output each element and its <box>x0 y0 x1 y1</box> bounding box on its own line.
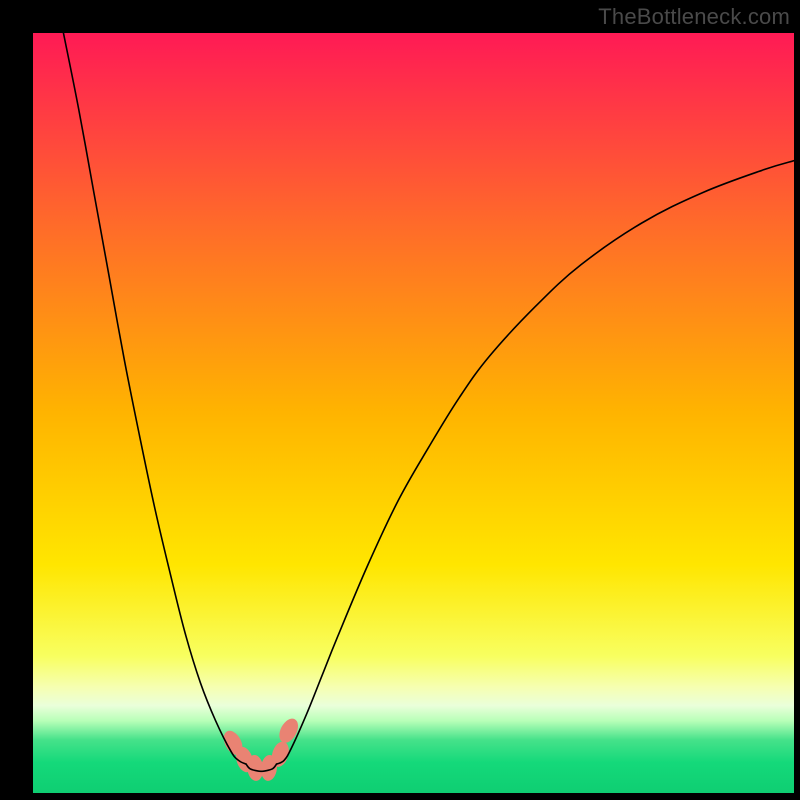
chart-plot-area <box>33 33 794 793</box>
watermark-label: TheBottleneck.com <box>598 4 790 30</box>
outer-frame: TheBottleneck.com <box>0 0 800 800</box>
chart-svg <box>33 33 794 793</box>
gradient-background <box>33 33 794 793</box>
